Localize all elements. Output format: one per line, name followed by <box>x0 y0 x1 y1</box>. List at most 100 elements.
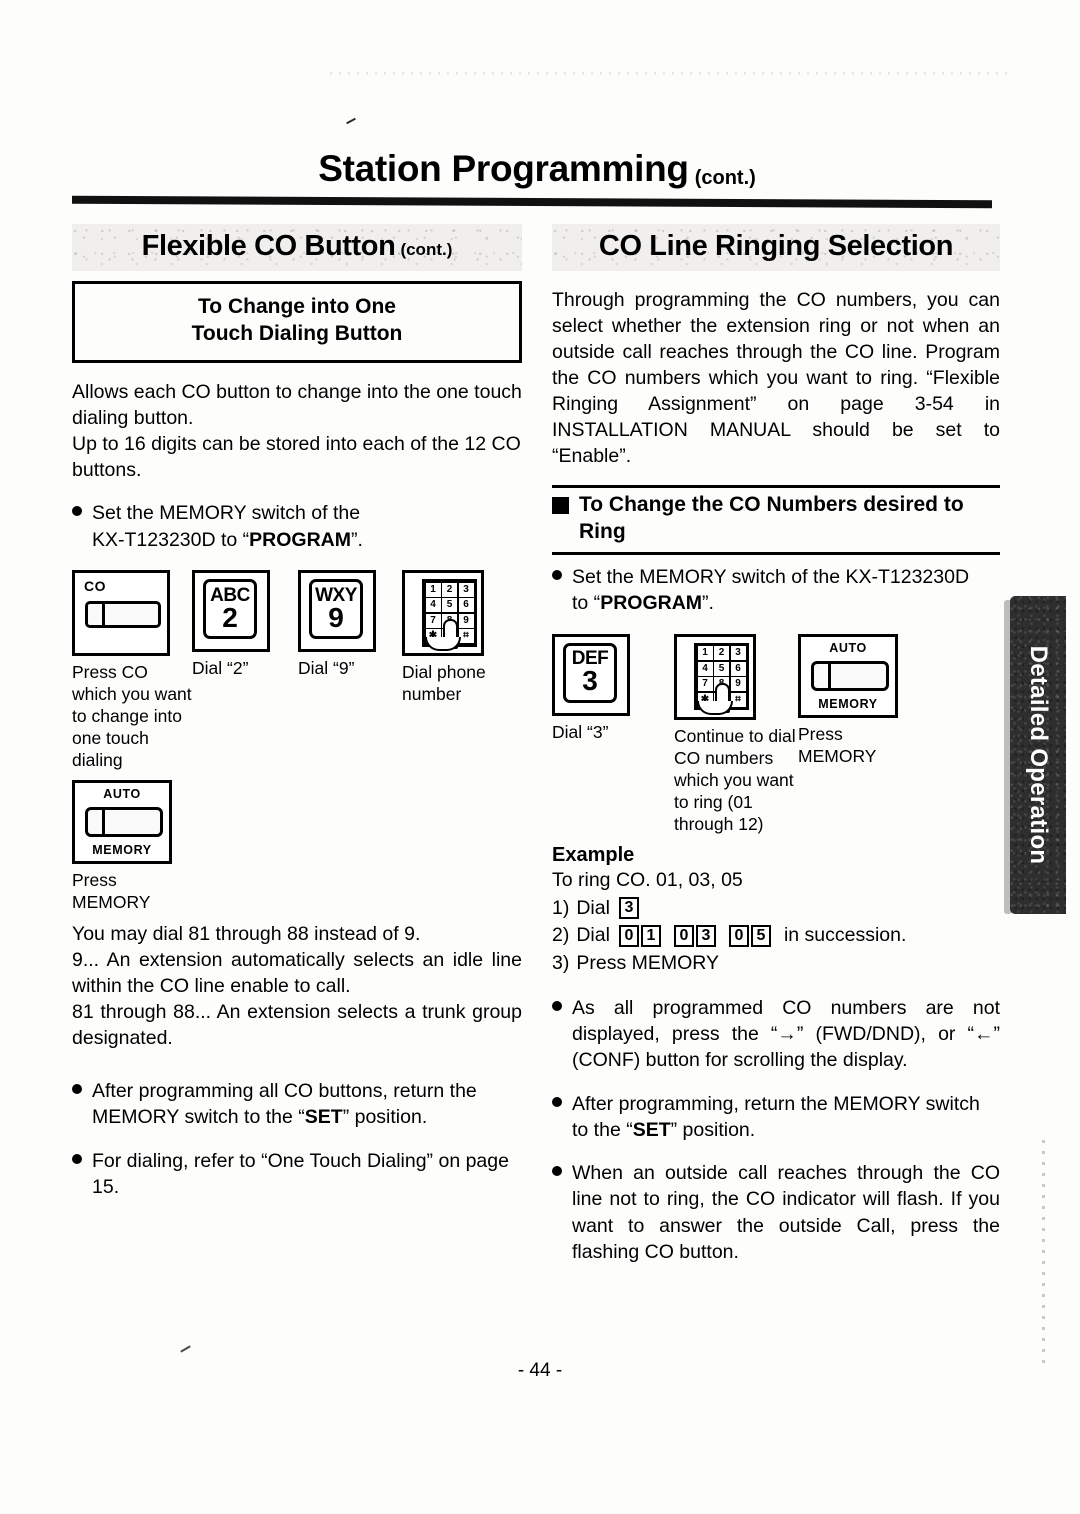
example-step-1-text: Dial <box>576 896 610 919</box>
right-bullet-flashing-text: When an outside call reaches through the… <box>572 1162 1000 1264</box>
example-digit-pair: 0 3 <box>673 925 716 948</box>
document-page: Station Programming (cont.) Flexible CO B… <box>0 0 1080 1514</box>
co-icon-label: CO <box>84 578 106 595</box>
left-step-2-caption: Dial “2” <box>192 658 249 679</box>
right-step-2: 1 2 3 4 5 6 7 8 9 ✱ 0 ⌗ <box>674 633 798 835</box>
square-bullet-icon <box>552 497 569 515</box>
left-bullet-memory-line2-pre: KX-T123230D to “ <box>92 528 250 551</box>
pad-key: 3 <box>730 646 746 661</box>
title-rule <box>71 195 993 209</box>
right-step-sequence: DEF 3 Dial “3” 1 2 3 4 5 6 7 9 ✱ ⌗ Conti… <box>552 633 1000 835</box>
pad-key: 9 <box>458 613 474 628</box>
left-section-header: Flexible CO Button (cont.) <box>72 224 522 271</box>
page-title: Station Programming (cont.) <box>72 148 1002 190</box>
rule-above-subhead <box>552 485 1000 489</box>
right-bullet-after-post: ” position. <box>670 1118 756 1141</box>
right-step-1-caption: Dial “3” <box>552 721 609 742</box>
example-digit-box: 1 <box>640 925 661 948</box>
example-digit-box: 0 <box>728 925 749 948</box>
right-step-1: DEF 3 Dial “3” <box>552 633 674 743</box>
example-digit-box: 0 <box>618 925 639 948</box>
right-section-title: CO Line Ringing Selection <box>598 230 954 262</box>
auto-label: AUTO <box>829 640 867 655</box>
left-boxed-subtitle: To Change into One Touch Dialing Button <box>72 281 522 363</box>
left-step-memory: AUTO MEMORY Press MEMORY <box>72 780 192 913</box>
dial-pad-finger-icon: 1 2 3 4 5 6 7 8 9 ✱ 0 ⌗ <box>402 570 484 657</box>
left-bullet-after-post: ” position. <box>342 1106 428 1129</box>
bullet-dot-icon <box>72 500 92 526</box>
pad-key: 9 <box>730 677 746 692</box>
keypad-key-icon: DEF 3 <box>552 633 630 716</box>
boxed-subtitle-line1: To Change into One <box>198 295 396 318</box>
left-bullet-dialing-text: For dialing, refer to “One Touch Dialing… <box>92 1149 509 1198</box>
pad-key: 6 <box>458 598 474 613</box>
left-column: Flexible CO Button (cont.) To Change into… <box>72 224 522 1200</box>
left-bullet-after-programming: After programming all CO buttons, return… <box>72 1078 522 1131</box>
scan-artifact-top <box>330 72 1010 75</box>
key-face: DEF 3 <box>563 642 617 703</box>
memory-switch-shape <box>85 807 163 838</box>
key-digit: 9 <box>328 601 344 633</box>
side-tab: Detailed Operation <box>1010 596 1066 914</box>
example-digit-box: 3 <box>695 925 716 948</box>
right-bullet-memory-line1: Set the MEMORY switch of the KX-T123230D <box>572 565 970 588</box>
right-section-header: CO Line Ringing Selection <box>552 224 1000 271</box>
left-bullet-memory-line1: Set the MEMORY switch of the <box>92 502 361 525</box>
left-step-3: WXY 9 Dial “9” <box>298 570 402 679</box>
left-intro-paragraph-1: Allows each CO button to change into the… <box>72 380 522 429</box>
left-step-1-caption: Press CO which you want to change into o… <box>72 662 192 771</box>
pad-key: 3 <box>458 582 474 597</box>
example-step-2: 2) Dial 0 1 0 3 0 5 in succession. <box>552 922 1000 950</box>
scan-artifact-tick <box>346 117 356 125</box>
keypad-key-icon: WXY 9 <box>298 570 376 653</box>
example-step-2-number: 2) <box>552 924 570 947</box>
example-digit-box: 3 <box>618 897 639 920</box>
right-sub-header-line2: Ring <box>579 519 626 543</box>
pad-key: 7 <box>425 613 441 628</box>
right-column: CO Line Ringing Selection Through progra… <box>552 224 1000 1265</box>
boxed-subtitle-line2: Touch Dialing Button <box>191 321 403 345</box>
example-step-3: 3) Press MEMORY <box>552 950 1000 978</box>
memory-switch-shape <box>811 660 889 691</box>
left-bullet-dialing-reference: For dialing, refer to “One Touch Dialing… <box>72 1148 522 1201</box>
bullet-dot-icon <box>552 1091 572 1117</box>
side-tab-label: Detailed Operation <box>1025 645 1052 865</box>
left-intro-paragraph-2: Up to 16 digits can be stored into each … <box>72 432 521 481</box>
right-bullet-memory-bold: PROGRAM <box>600 592 703 615</box>
right-bullet-scroll-text: As all programmed CO numbers are not dis… <box>572 996 1000 1072</box>
pad-key: 4 <box>425 598 441 613</box>
example-digit-box: 5 <box>750 925 771 948</box>
left-step-4: 1 2 3 4 5 6 7 8 9 ✱ 0 ⌗ <box>402 570 498 705</box>
scan-artifact-tick-bottom <box>180 1345 191 1353</box>
bullet-dot-icon <box>552 1160 572 1186</box>
left-bullet-after-bold: SET <box>304 1106 343 1129</box>
right-step-3: AUTO MEMORY Press MEMORY <box>798 633 918 767</box>
keypad-key-icon: ABC 2 <box>192 570 270 653</box>
left-bullet-memory-bold: PROGRAM <box>249 528 352 551</box>
key-digit: 3 <box>582 665 598 697</box>
co-switch-shape <box>85 601 161 629</box>
pad-key: 5 <box>442 598 457 613</box>
left-step-4-caption: Dial phone number <box>402 662 486 705</box>
right-bullet-after-programming: After programming, return the MEMORY swi… <box>552 1091 1000 1144</box>
example-subtitle: To ring CO. 01, 03, 05 <box>552 868 743 891</box>
left-step-1: CO Press CO which you want to change int… <box>72 570 192 771</box>
left-step-3-caption: Dial “9” <box>298 658 355 679</box>
example-step-3-text: Press MEMORY <box>576 951 720 974</box>
memory-label: MEMORY <box>818 696 878 711</box>
pad-key: 7 <box>697 677 713 692</box>
right-bullet-memory-line2-pre: to “ <box>572 592 601 615</box>
left-note-line3: 81 through 88... An extension selects a … <box>72 1001 522 1050</box>
left-step-2: ABC 2 Dial “2” <box>192 570 298 679</box>
example-step-2-text: Dial <box>576 924 610 947</box>
pad-key: 2 <box>442 582 457 597</box>
right-bullet-memory-line2-post: ”. <box>702 592 714 615</box>
co-button-icon: CO <box>72 570 170 657</box>
left-step-sequence: CO Press CO which you want to change int… <box>72 570 522 771</box>
dial-pad-finger-icon: 1 2 3 4 5 6 7 8 9 ✱ 0 ⌗ <box>674 633 756 720</box>
right-step-3-caption: Press MEMORY <box>798 723 877 766</box>
right-bullet-flashing-co: When an outside call reaches through the… <box>552 1160 1000 1265</box>
bullet-dot-icon <box>72 1148 92 1174</box>
bullet-dot-icon <box>72 1078 92 1104</box>
page-title-cont: (cont.) <box>694 167 756 189</box>
